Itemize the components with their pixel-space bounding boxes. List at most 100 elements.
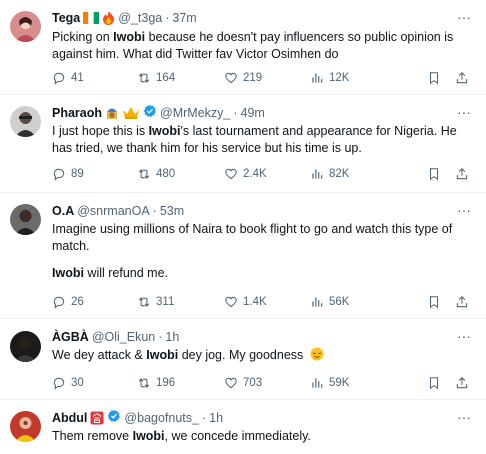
views-button[interactable]: 59K <box>310 375 349 391</box>
retweet-icon <box>138 73 150 83</box>
reply-count: 26 <box>71 296 84 308</box>
separator-dot: · <box>158 330 163 344</box>
views-count: 82K <box>329 168 350 180</box>
views-button[interactable]: 12K <box>310 70 349 86</box>
reply-button[interactable]: 26 <box>52 294 84 310</box>
views-icon <box>312 169 323 179</box>
author-handle[interactable]: @MrMekzy_ <box>160 105 230 121</box>
author-handle[interactable]: @snrmanOA <box>77 203 149 219</box>
reply-count: 89 <box>71 168 84 180</box>
tweet-actions: 30 196 703 59K <box>52 375 472 391</box>
like-button[interactable]: 219 <box>224 70 262 86</box>
tweet-time[interactable]: 1h <box>209 410 223 426</box>
text-segment: Imagine using millions of Naira to book … <box>52 222 453 253</box>
tweet-2[interactable]: Pharaoh @MrMekzy_ · 49m ··· I just hope … <box>0 95 486 193</box>
tweet-text: Imagine using millions of Naira to book … <box>52 221 462 254</box>
avatar[interactable] <box>10 411 41 442</box>
bookmark-button[interactable] <box>427 70 441 86</box>
reply-count: 30 <box>71 377 84 389</box>
retweet-button[interactable]: 311 <box>137 294 174 310</box>
tweet-1[interactable]: Tega @_t3ga · 37m ··· Picking on Iwobi b… <box>0 0 486 95</box>
avatar[interactable] <box>10 11 41 42</box>
like-button[interactable]: 1.4K <box>224 294 267 310</box>
bookmark-icon <box>429 168 439 181</box>
avatar[interactable] <box>10 106 41 137</box>
views-count: 12K <box>329 72 350 84</box>
more-options-icon[interactable]: ··· <box>456 410 472 427</box>
tweet-actions: 26 311 1.4K 56K <box>52 294 472 310</box>
author-handle[interactable]: @bagofnuts_ <box>124 410 199 426</box>
more-options-icon[interactable]: ··· <box>456 10 472 27</box>
retweet-count: 164 <box>156 72 176 84</box>
reply-button[interactable]: 89 <box>52 166 84 182</box>
tweet-text: I just hope this is Iwobi's last tournam… <box>52 123 462 156</box>
share-button[interactable] <box>455 294 469 310</box>
tweet-text: Picking on Iwobi because he doesn't pay … <box>52 29 462 62</box>
tweet-feed: Tega @_t3ga · 37m ··· Picking on Iwobi b… <box>0 0 486 454</box>
like-count: 703 <box>243 377 263 389</box>
tweet-header: ÀGBÀ @Oli_Ekun · 1h <box>52 329 450 345</box>
retweet-button[interactable]: 164 <box>137 70 175 86</box>
share-button[interactable] <box>455 70 469 86</box>
reply-count: 41 <box>71 72 84 84</box>
text-segment: Picking on <box>52 30 114 44</box>
bookmark-button[interactable] <box>427 166 441 182</box>
more-options-icon[interactable]: ··· <box>456 329 472 346</box>
reply-button[interactable]: 30 <box>52 375 84 391</box>
tweet-header: Abdul @bagofnuts_ · 1h <box>52 409 450 427</box>
highlighted-keyword: Iwobi <box>148 124 181 138</box>
text-segment: Them remove <box>52 429 133 443</box>
bookmark-icon <box>429 377 439 390</box>
author-name[interactable]: O.A <box>52 203 74 219</box>
like-button[interactable]: 703 <box>224 375 262 391</box>
highlighted-keyword: Iwobi <box>52 266 84 280</box>
bookmark-button[interactable] <box>427 375 441 391</box>
author-name[interactable]: Abdul <box>52 410 87 426</box>
views-icon <box>312 297 323 307</box>
author-name[interactable]: ÀGBÀ <box>52 329 89 345</box>
avatar[interactable] <box>10 204 41 235</box>
share-icon <box>456 168 468 180</box>
more-options-icon[interactable]: ··· <box>456 203 472 220</box>
author-handle[interactable]: @_t3ga <box>118 10 162 26</box>
tweet-time[interactable]: 1h <box>165 329 179 345</box>
avatar[interactable] <box>10 331 41 362</box>
separator-dot: · <box>152 204 157 218</box>
like-button[interactable]: 2.4K <box>224 166 267 182</box>
retweet-count: 311 <box>156 296 175 308</box>
views-button[interactable]: 56K <box>310 294 349 310</box>
retweet-icon <box>138 297 150 307</box>
tweet-5[interactable]: Abdul @bagofnuts_ · 1h ··· Them remove I… <box>0 400 486 454</box>
tweet-time[interactable]: 49m <box>241 105 265 121</box>
author-handle[interactable]: @Oli_Ekun <box>92 329 155 345</box>
reply-button[interactable]: 41 <box>52 70 84 86</box>
text-segment: I just hope this is <box>52 124 149 138</box>
author-name[interactable]: Tega <box>52 10 80 26</box>
retweet-count: 196 <box>156 377 176 389</box>
tweet-4[interactable]: ÀGBÀ @Oli_Ekun · 1h ··· We dey attack & … <box>0 319 486 400</box>
retweet-button[interactable]: 480 <box>137 166 175 182</box>
separator-dot: · <box>233 106 238 120</box>
tweet-text: Them remove Iwobi, we concede immediatel… <box>52 428 462 445</box>
views-button[interactable]: 82K <box>310 166 349 182</box>
views-icon <box>312 73 323 83</box>
bookmark-icon <box>429 296 439 309</box>
share-button[interactable] <box>455 375 469 391</box>
bookmark-button[interactable] <box>427 294 441 310</box>
more-options-icon[interactable]: ··· <box>456 105 472 122</box>
like-count: 219 <box>243 72 263 84</box>
verified-badge-icon <box>107 409 121 427</box>
tweet-3[interactable]: O.A @snrmanOA · 53m ··· Imagine using mi… <box>0 193 486 319</box>
tweet-time[interactable]: 37m <box>172 10 196 26</box>
like-count: 1.4K <box>243 296 267 308</box>
fire-icon <box>102 11 115 25</box>
highlighted-keyword: Iwobi <box>113 30 146 44</box>
pharaoh-icon <box>105 106 119 120</box>
retweet-button[interactable]: 196 <box>137 375 175 391</box>
share-button[interactable] <box>455 166 469 182</box>
heart-icon <box>225 377 237 389</box>
tweet-time[interactable]: 53m <box>160 203 184 219</box>
author-name[interactable]: Pharaoh <box>52 105 102 121</box>
tweet-text-second-paragraph: Iwobi will refund me. <box>52 265 462 282</box>
text-segment: dey jog. My goodness <box>178 348 307 362</box>
